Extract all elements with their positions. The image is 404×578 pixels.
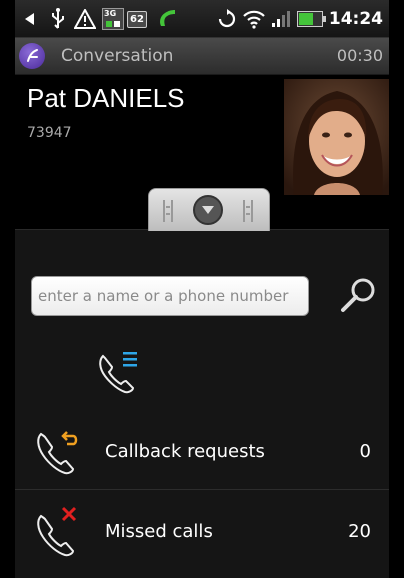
- network-type-label: 3G: [104, 8, 117, 18]
- search-input[interactable]: [31, 276, 309, 316]
- call-log-button[interactable]: [93, 346, 143, 398]
- search-icon: [341, 278, 375, 312]
- drawer-handle[interactable]: [148, 188, 270, 231]
- phone-screen: 3G 62 14:24 Conversation 00:30 Pat DANIE…: [15, 0, 389, 578]
- contact-number: 73947: [27, 125, 72, 141]
- status-bar: 3G 62 14:24: [15, 0, 389, 38]
- warning-icon: [73, 0, 97, 37]
- contact-name: Pat DANIELS: [27, 83, 185, 113]
- missed-calls-count: 20: [348, 521, 371, 542]
- battery-percent-label: 62: [130, 14, 144, 25]
- chevron-down-icon: [202, 206, 214, 214]
- page-title: Conversation: [61, 46, 174, 66]
- dialer-panel: Callback requests 0 Missed calls 20: [15, 229, 389, 578]
- app-logo-icon: [19, 43, 45, 69]
- contact-photo: [284, 79, 389, 195]
- missed-calls-label: Missed calls: [105, 521, 213, 542]
- callback-requests-row[interactable]: Callback requests 0: [15, 415, 389, 490]
- battery-icon: [295, 0, 326, 37]
- clock: 14:24: [328, 8, 383, 29]
- battery-percent-badge: 62: [127, 11, 147, 28]
- wifi-icon: [241, 0, 267, 37]
- grip-left-icon: [163, 200, 173, 222]
- sync-icon: [216, 0, 238, 37]
- missed-calls-row[interactable]: Missed calls 20: [15, 495, 389, 569]
- grip-right-icon: [243, 200, 253, 222]
- back-arrow-icon: [19, 0, 41, 37]
- search-button[interactable]: [333, 270, 383, 320]
- signal-strength-icon: [270, 0, 292, 37]
- callback-requests-count: 0: [359, 441, 371, 462]
- callback-requests-label: Callback requests: [105, 441, 265, 462]
- phone-missed-icon: [33, 504, 89, 560]
- call-log-icon: [99, 352, 137, 394]
- usb-icon: [47, 0, 69, 37]
- app-bar: Conversation 00:30: [15, 38, 389, 75]
- collapse-button[interactable]: [193, 195, 223, 225]
- phone-callback-icon: [33, 424, 89, 480]
- call-active-icon: [156, 0, 180, 37]
- data-icon: 3G: [101, 0, 125, 37]
- call-duration: 00:30: [336, 46, 383, 65]
